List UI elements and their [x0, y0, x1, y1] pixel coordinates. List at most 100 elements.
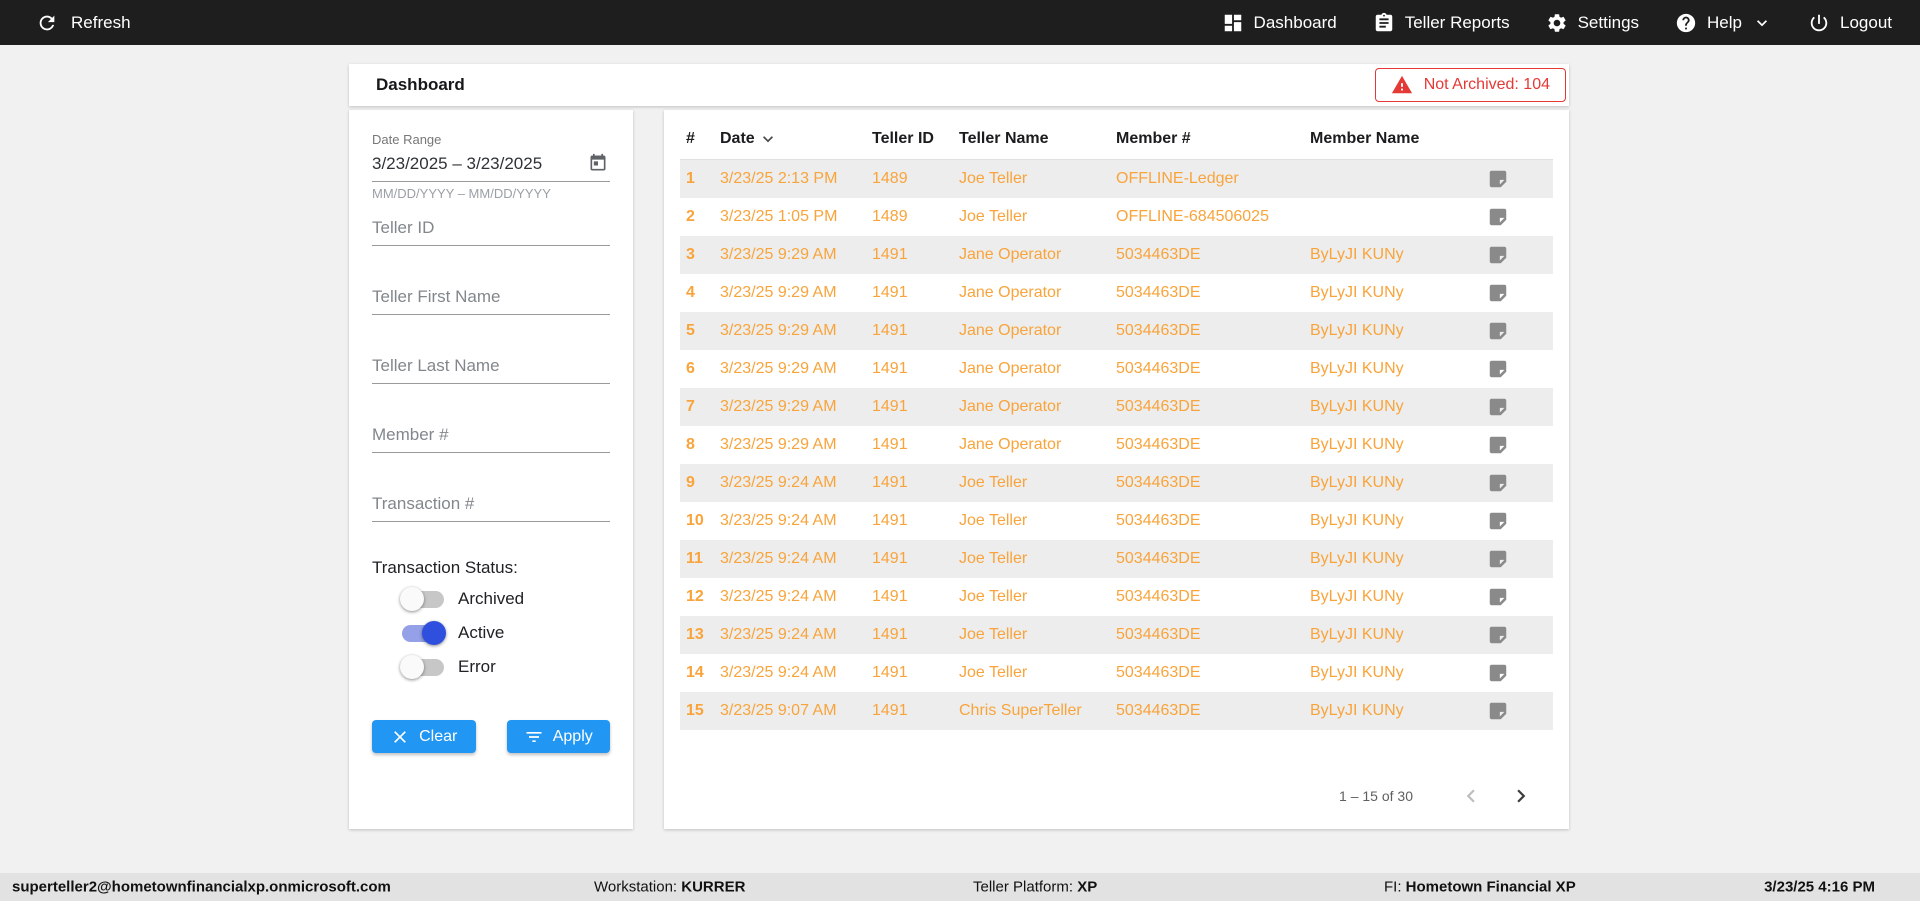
row-teller-name: Joe Teller — [959, 512, 1028, 529]
transaction-number-input-field — [372, 489, 610, 522]
row-notes-cell — [1487, 282, 1553, 304]
teller-first-name-input[interactable] — [372, 282, 610, 315]
row-teller-id: 1491 — [872, 284, 908, 301]
toggle-switch-active[interactable] — [402, 620, 446, 645]
col-teller-name[interactable]: Teller Name — [959, 130, 1116, 148]
row-member-name: ByLyJI KUNy — [1310, 474, 1404, 491]
nav-help[interactable]: Help — [1675, 12, 1772, 34]
row-member-name: ByLyJI KUNy — [1310, 360, 1404, 377]
toggle-error[interactable]: Error — [372, 654, 610, 680]
current-datetime: 3/23/25 4:16 PM — [1764, 878, 1875, 896]
fi-label: FI: — [1384, 878, 1402, 896]
note-icon[interactable] — [1487, 358, 1509, 380]
row-teller-name: Jane Operator — [959, 284, 1062, 301]
row-date: 3/23/25 9:24 AM — [720, 474, 837, 491]
note-icon[interactable] — [1487, 320, 1509, 342]
clear-button[interactable]: Clear — [372, 720, 476, 753]
table-row[interactable]: 15 3/23/25 9:07 AM 1491 Chris SuperTeller 50… — [680, 692, 1553, 730]
row-notes-cell — [1487, 548, 1553, 570]
note-icon[interactable] — [1487, 548, 1509, 570]
col-member[interactable]: Member # — [1116, 130, 1310, 148]
refresh-icon — [39, 15, 55, 30]
row-date: 3/23/25 9:29 AM — [720, 360, 837, 377]
member-number-input[interactable] — [372, 420, 610, 453]
toggle-active[interactable]: Active — [372, 620, 610, 646]
note-icon[interactable] — [1487, 510, 1509, 532]
col-label: Member Name — [1310, 129, 1420, 147]
table-row[interactable]: 11 3/23/25 9:24 AM 1491 Joe Teller 5034463DE… — [680, 540, 1553, 578]
nav-settings[interactable]: Settings — [1546, 12, 1639, 34]
nav-teller-reports[interactable]: Teller Reports — [1373, 12, 1510, 34]
nav-dashboard[interactable]: Dashboard — [1222, 12, 1337, 34]
topbar-nav: Dashboard Teller Reports Settings Help Logou… — [1222, 12, 1892, 34]
row-teller-id: 1491 — [872, 702, 908, 719]
workstation: Workstation: KURRER — [594, 879, 745, 896]
row-notes-cell — [1487, 472, 1553, 494]
filter-fields — [372, 213, 610, 522]
table-row[interactable]: 10 3/23/25 9:24 AM 1491 Joe Teller 5034463DE… — [680, 502, 1553, 540]
table-row[interactable]: 2 3/23/25 1:05 PM 1489 Joe Teller OFFLINE-68… — [680, 198, 1553, 236]
table-row[interactable]: 3 3/23/25 9:29 AM 1491 Jane Operator 5034463… — [680, 236, 1553, 274]
teller-last-name-input[interactable] — [372, 351, 610, 384]
row-notes-cell — [1487, 396, 1553, 418]
table-row[interactable]: 12 3/23/25 9:24 AM 1491 Joe Teller 5034463DE… — [680, 578, 1553, 616]
row-teller-id: 1491 — [872, 246, 908, 263]
table-row[interactable]: 9 3/23/25 9:24 AM 1491 Joe Teller 5034463DE B… — [680, 464, 1553, 502]
table-row[interactable]: 4 3/23/25 9:29 AM 1491 Jane Operator 5034463… — [680, 274, 1553, 312]
toggle-archived[interactable]: Archived — [372, 586, 610, 612]
not-archived-badge[interactable]: Not Archived: 104 — [1374, 68, 1566, 102]
note-icon[interactable] — [1487, 586, 1509, 608]
table-row[interactable]: 1 3/23/25 2:13 PM 1489 Joe Teller OFFLINE-Le… — [680, 160, 1553, 198]
table-row[interactable]: 8 3/23/25 9:29 AM 1491 Jane Operator 5034463… — [680, 426, 1553, 464]
row-member-num: 5034463DE — [1116, 322, 1201, 339]
status-bar: superteller2@hometownfinancialxp.onmicro… — [0, 873, 1920, 901]
col-date[interactable]: Date — [720, 129, 872, 149]
transactions-panel: # Date Teller ID Teller Name Member # Member … — [664, 110, 1569, 829]
nav-label: Dashboard — [1253, 12, 1337, 32]
page-title: Dashboard — [376, 75, 465, 94]
nav-logout[interactable]: Logout — [1808, 12, 1892, 34]
row-num: 7 — [686, 398, 695, 415]
table-row[interactable]: 14 3/23/25 9:24 AM 1491 Joe Teller 5034463DE… — [680, 654, 1553, 692]
next-page-button[interactable] — [1505, 780, 1537, 812]
note-icon[interactable] — [1487, 472, 1509, 494]
note-icon[interactable] — [1487, 700, 1509, 722]
note-icon[interactable] — [1487, 662, 1509, 684]
teller-id-input-field — [372, 213, 610, 246]
note-icon[interactable] — [1487, 282, 1509, 304]
row-num: 15 — [686, 702, 704, 719]
col-teller-id[interactable]: Teller ID — [872, 130, 959, 148]
table-row[interactable]: 5 3/23/25 9:29 AM 1491 Jane Operator 5034463… — [680, 312, 1553, 350]
table-row[interactable]: 7 3/23/25 9:29 AM 1491 Jane Operator 5034463… — [680, 388, 1553, 426]
transaction-number-input[interactable] — [372, 489, 610, 522]
note-icon[interactable] — [1487, 206, 1509, 228]
teller-id-input[interactable] — [372, 213, 610, 246]
app-screen: Refresh Dashboard Teller Reports Settings H… — [0, 0, 1920, 901]
note-icon[interactable] — [1487, 396, 1509, 418]
note-icon[interactable] — [1487, 244, 1509, 266]
note-icon[interactable] — [1487, 168, 1509, 190]
table-row[interactable]: 6 3/23/25 9:29 AM 1491 Jane Operator 5034463… — [680, 350, 1553, 388]
row-member-name: ByLyJI KUNy — [1310, 702, 1404, 719]
row-date: 3/23/25 9:29 AM — [720, 436, 837, 453]
row-num: 8 — [686, 436, 695, 453]
col-label: Date — [720, 129, 755, 147]
col-num[interactable]: # — [686, 130, 720, 148]
col-member-name[interactable]: Member Name — [1310, 130, 1487, 148]
prev-page-button[interactable] — [1455, 780, 1487, 812]
row-member-name: ByLyJI KUNy — [1310, 284, 1404, 301]
row-teller-name: Joe Teller — [959, 170, 1028, 187]
toggle-label: Active — [458, 623, 505, 642]
note-icon[interactable] — [1487, 434, 1509, 456]
toggle-thumb — [400, 586, 424, 611]
toggle-switch-archived[interactable] — [400, 586, 444, 611]
col-label: Teller Name — [959, 129, 1049, 147]
note-icon[interactable] — [1487, 624, 1509, 646]
refresh-button[interactable]: Refresh — [36, 12, 131, 34]
date-range-input[interactable] — [372, 149, 610, 182]
table-row[interactable]: 13 3/23/25 9:24 AM 1491 Joe Teller 5034463DE… — [680, 616, 1553, 654]
calendar-icon[interactable] — [588, 153, 608, 173]
toggle-thumb — [422, 620, 446, 645]
toggle-switch-error[interactable] — [400, 654, 444, 679]
apply-button[interactable]: Apply — [506, 720, 610, 753]
